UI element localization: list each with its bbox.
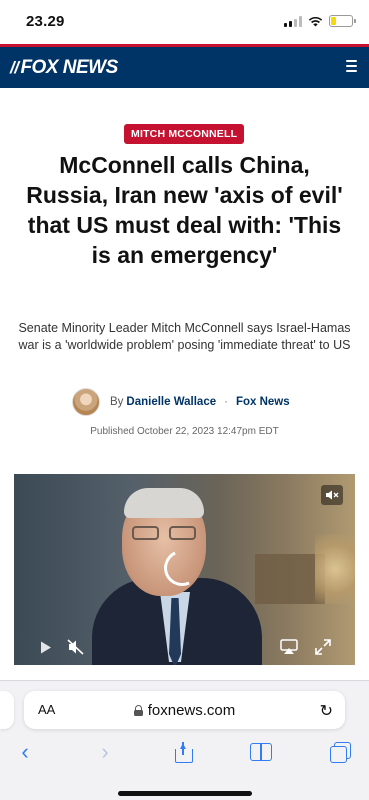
battery-icon: [329, 15, 356, 27]
forward-icon[interactable]: ›: [92, 739, 118, 765]
play-icon[interactable]: [36, 637, 56, 657]
byline-by: By: [110, 396, 124, 408]
video-player[interactable]: [14, 474, 355, 665]
url-text: foxnews.com: [147, 701, 236, 719]
browser-nav-row: ‹ › ▲: [0, 737, 369, 767]
source-link[interactable]: Fox News: [236, 396, 290, 408]
status-time: 23.29: [26, 13, 65, 30]
share-icon[interactable]: ▲: [170, 739, 196, 765]
url-display[interactable]: foxnews.com: [133, 701, 236, 719]
fox-news-logo[interactable]: // FOX NEWS: [10, 57, 118, 79]
published-date: Published October 22, 2023 12:47pm EDT: [90, 426, 279, 437]
battery-level: [331, 17, 336, 25]
hamburger-menu-icon[interactable]: [346, 60, 357, 72]
category-badge[interactable]: MITCH MCCONNELL: [124, 124, 245, 144]
airplay-icon[interactable]: [279, 637, 299, 657]
browser-toolbar: AA foxnews.com ↻ ‹ › ▲: [0, 680, 369, 800]
article-headline: McConnell calls China, Russia, Iran new …: [26, 152, 343, 268]
reload-icon[interactable]: ↻: [320, 701, 333, 721]
video-person-glasses: [132, 526, 196, 542]
cellular-signal-icon: [284, 15, 302, 27]
article-subhead: Senate Minority Leader Mitch McConnell s…: [18, 321, 351, 352]
address-bar[interactable]: AA foxnews.com ↻: [24, 691, 345, 729]
fox-news-logo-icon: //: [10, 58, 19, 77]
tabs-icon[interactable]: [327, 739, 353, 765]
reader-options-button[interactable]: AA: [38, 702, 55, 717]
author-avatar[interactable]: [72, 388, 100, 416]
mute-badge-icon[interactable]: [321, 485, 343, 505]
byline: By Danielle Wallace · Fox News: [72, 388, 290, 416]
wifi-icon: [308, 16, 323, 26]
video-person-hair: [124, 488, 204, 518]
muted-speaker-icon[interactable]: [66, 637, 86, 657]
home-indicator[interactable]: [118, 791, 252, 796]
back-icon[interactable]: ‹: [12, 739, 38, 765]
logo-text: FOX NEWS: [20, 57, 118, 78]
lock-icon: [133, 704, 143, 716]
video-controls: [14, 629, 355, 665]
fullscreen-icon[interactable]: [313, 637, 333, 657]
previous-tab-peek[interactable]: [0, 691, 14, 729]
bookmarks-icon[interactable]: [248, 739, 274, 765]
video-background-lamp: [315, 534, 355, 604]
status-icons: [284, 15, 356, 27]
byline-separator: ·: [224, 396, 228, 408]
status-bar: 23.29: [0, 0, 369, 44]
site-header: // FOX NEWS: [0, 44, 369, 88]
author-link[interactable]: Danielle Wallace: [126, 396, 216, 408]
